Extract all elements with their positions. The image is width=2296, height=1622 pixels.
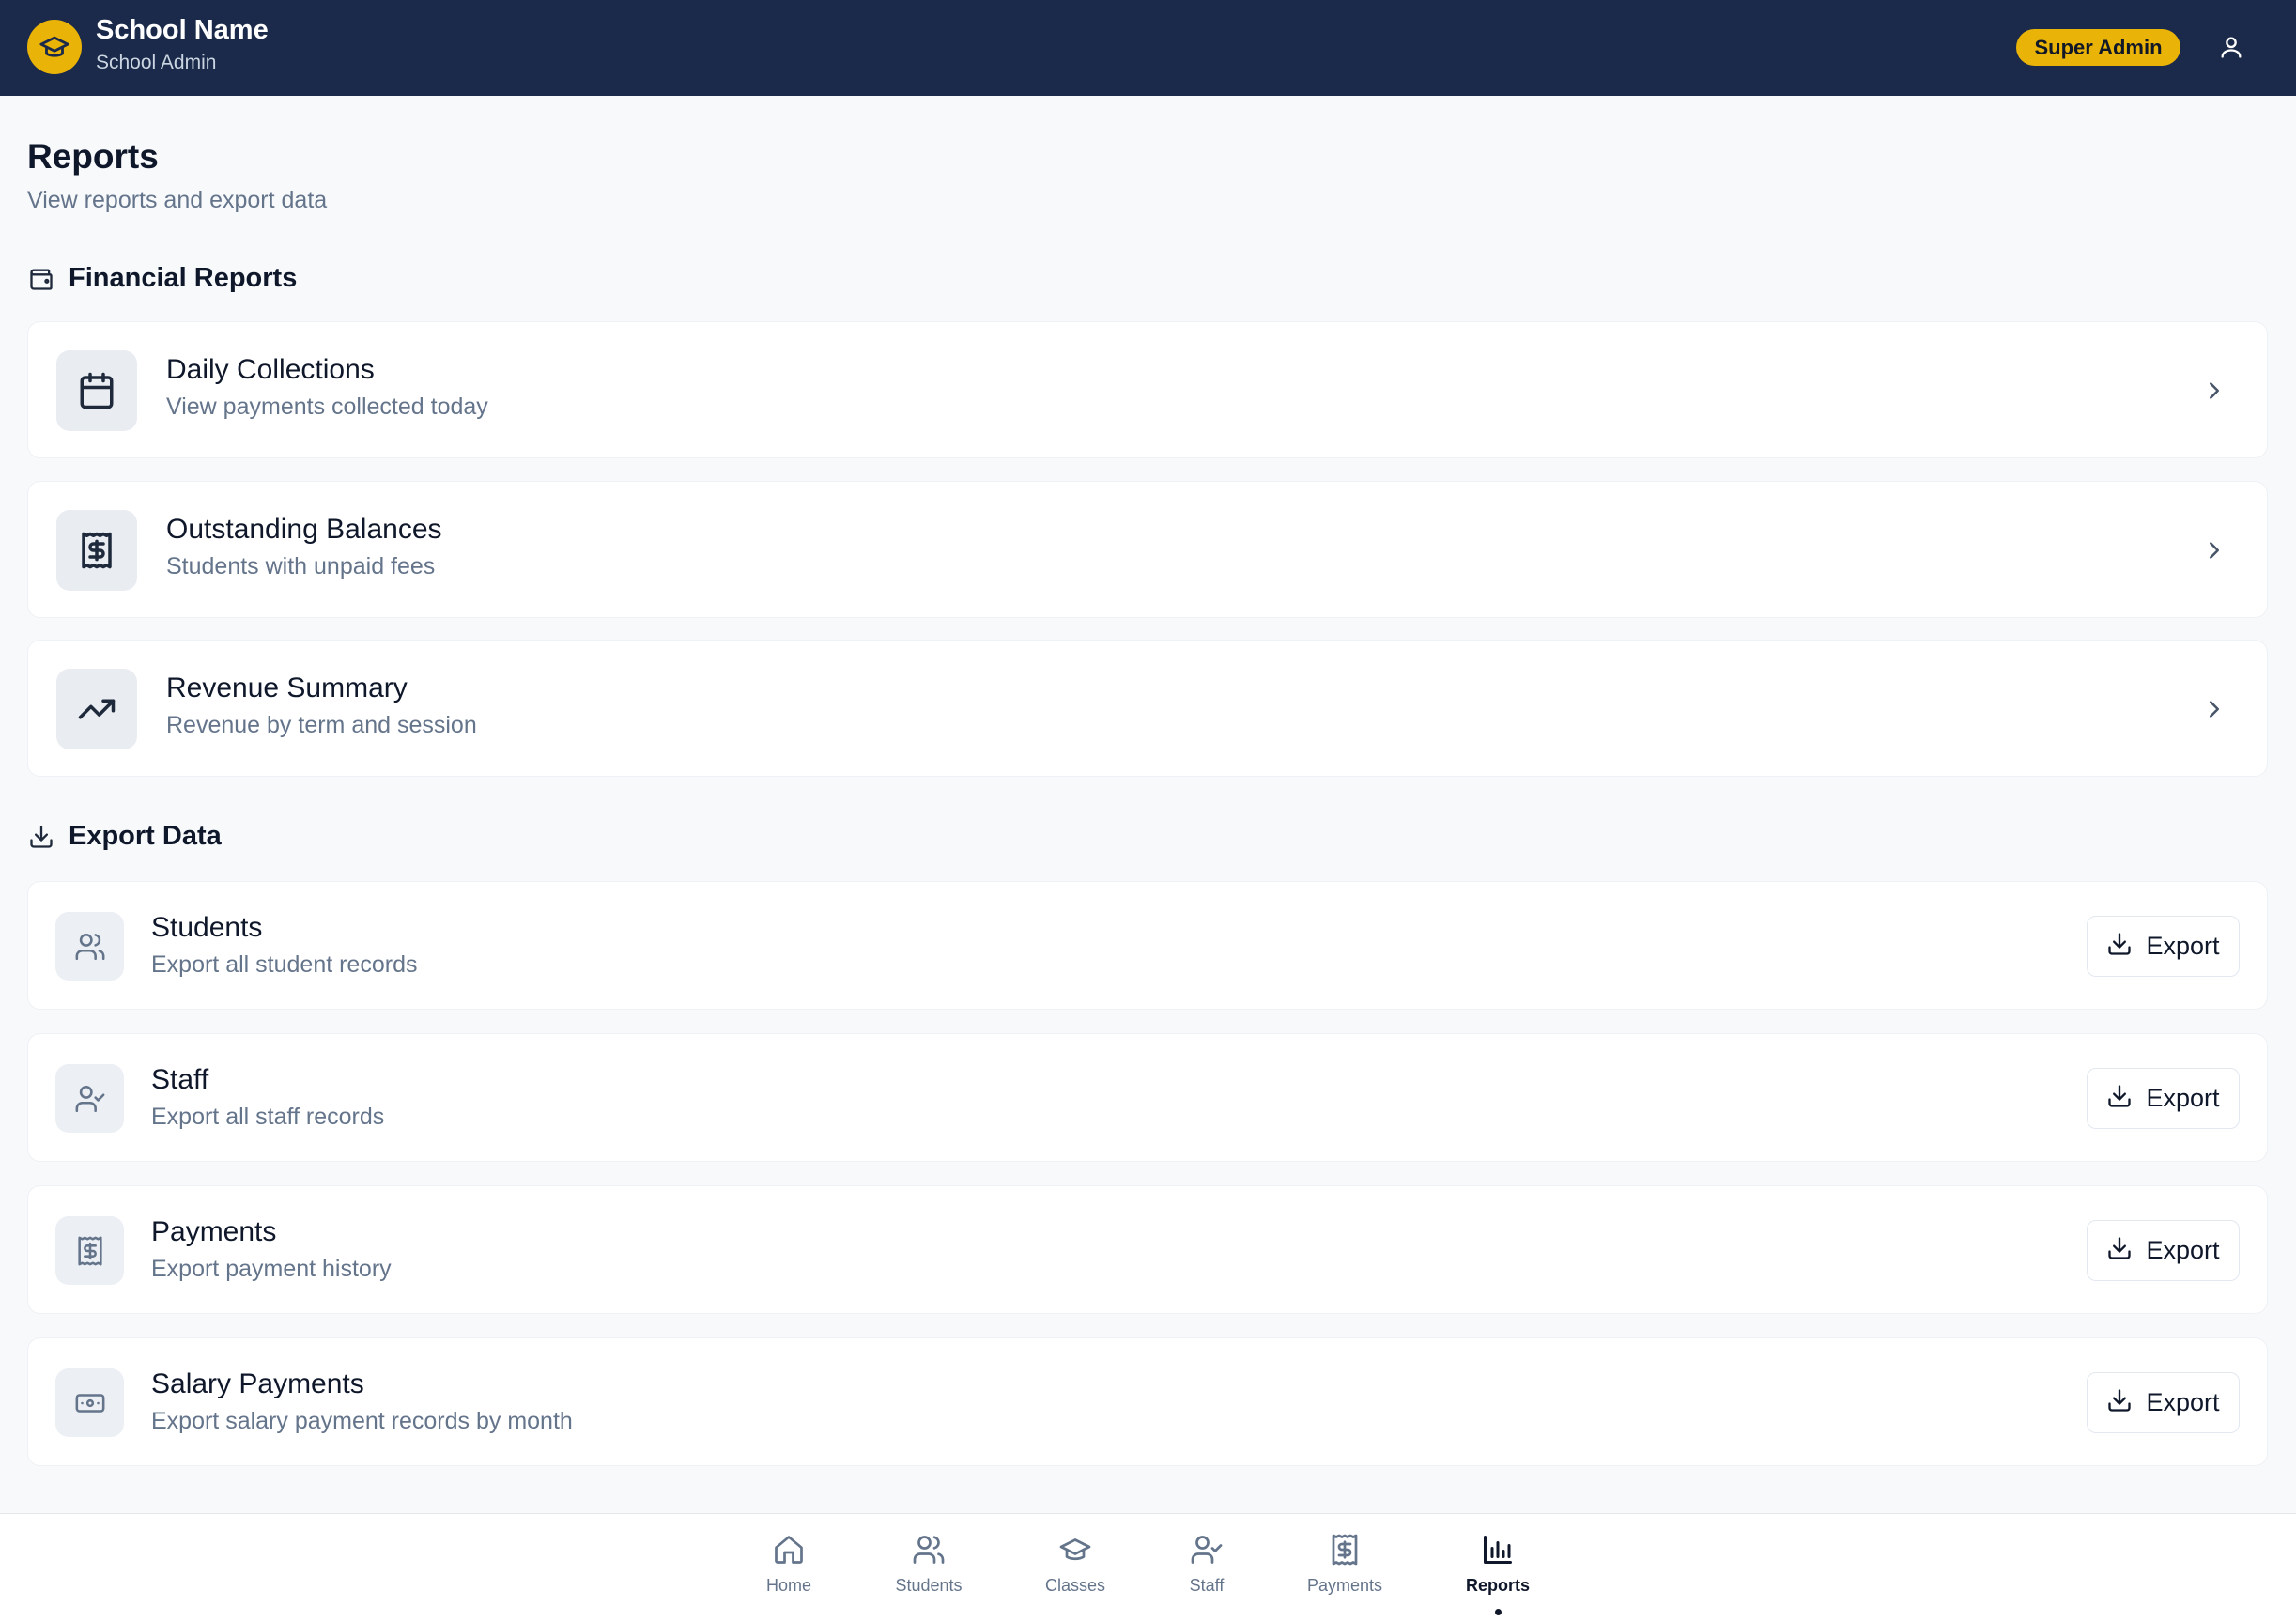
bottom-nav: Home Students Classes Staff Payments Rep… (0, 1513, 2296, 1622)
export-staff: Staff Export all staff records Export (27, 1033, 2268, 1162)
nav-label: Students (895, 1576, 963, 1595)
report-description: View payments collected today (166, 394, 488, 420)
nav-label: Payments (1306, 1576, 1383, 1595)
nav-label: Home (765, 1576, 811, 1595)
user-icon[interactable] (2214, 30, 2248, 64)
financial-reports-heading: Financial Reports (27, 263, 297, 294)
export-description: Export all staff records (151, 1104, 385, 1130)
bar-chart-icon (1479, 1531, 1517, 1568)
nav-label: Staff (1189, 1576, 1225, 1595)
nav-label: Reports (1465, 1576, 1530, 1595)
school-name: School Name (96, 15, 269, 45)
export-title: Payments (151, 1216, 277, 1247)
nav-students[interactable]: Students (872, 1531, 985, 1606)
export-description: Export salary payment records by month (151, 1408, 573, 1434)
download-icon (27, 823, 55, 851)
export-description: Export payment history (151, 1256, 392, 1282)
report-daily-collections[interactable]: Daily Collections View payments collecte… (27, 321, 2268, 458)
download-icon (2106, 1083, 2133, 1114)
nav-home[interactable]: Home (732, 1531, 845, 1606)
report-revenue-summary[interactable]: Revenue Summary Revenue by term and sess… (27, 640, 2268, 777)
page-title: Reports (27, 137, 159, 176)
graduation-cap-icon (1056, 1531, 1094, 1568)
export-staff-button[interactable]: Export (2087, 1068, 2240, 1129)
home-icon (770, 1531, 808, 1568)
users-icon (910, 1531, 948, 1568)
section-label: Financial Reports (69, 263, 298, 293)
export-students-button[interactable]: Export (2087, 916, 2240, 977)
report-description: Revenue by term and session (166, 712, 477, 738)
nav-classes[interactable]: Classes (1019, 1531, 1132, 1606)
nav-payments[interactable]: Payments (1288, 1531, 1401, 1606)
export-students: Students Export all student records Expo… (27, 881, 2268, 1010)
school-role: School Admin (96, 52, 217, 73)
export-salary-payments-button[interactable]: Export (2087, 1372, 2240, 1433)
role-badge: Super Admin (2016, 29, 2180, 66)
receipt-icon (1326, 1531, 1364, 1568)
export-data-heading: Export Data (27, 821, 222, 852)
report-title: Outstanding Balances (166, 514, 442, 545)
active-indicator (1495, 1609, 1502, 1615)
report-title: Revenue Summary (166, 672, 408, 703)
user-check-icon (55, 1064, 124, 1133)
export-title: Staff (151, 1064, 209, 1095)
receipt-icon (55, 1216, 124, 1285)
user-check-icon (1188, 1531, 1225, 1568)
nav-label: Classes (1044, 1576, 1106, 1595)
export-salary-payments: Salary Payments Export salary payment re… (27, 1337, 2268, 1466)
nav-reports[interactable]: Reports (1441, 1531, 1554, 1606)
export-payments-button[interactable]: Export (2087, 1220, 2240, 1281)
download-icon (2106, 1235, 2133, 1266)
banknote-icon (55, 1368, 124, 1437)
download-icon (2106, 1387, 2133, 1418)
export-button-label: Export (2146, 932, 2220, 960)
export-title: Salary Payments (151, 1368, 364, 1399)
report-outstanding-balances[interactable]: Outstanding Balances Students with unpai… (27, 481, 2268, 618)
nav-staff[interactable]: Staff (1150, 1531, 1263, 1606)
wallet-icon (27, 265, 55, 293)
chevron-right-icon (2197, 374, 2231, 408)
graduation-cap-icon (27, 20, 82, 74)
export-button-label: Export (2146, 1084, 2220, 1112)
users-icon (55, 912, 124, 981)
receipt-icon (56, 510, 137, 591)
report-title: Daily Collections (166, 354, 375, 385)
trending-up-icon (56, 669, 137, 749)
calendar-icon (56, 350, 137, 431)
export-title: Students (151, 912, 263, 943)
export-button-label: Export (2146, 1388, 2220, 1416)
export-button-label: Export (2146, 1236, 2220, 1264)
export-description: Export all student records (151, 951, 418, 978)
chevron-right-icon (2197, 533, 2231, 567)
chevron-right-icon (2197, 692, 2231, 726)
page-subtitle: View reports and export data (27, 187, 328, 213)
section-label: Export Data (69, 821, 222, 851)
download-icon (2106, 931, 2133, 962)
report-description: Students with unpaid fees (166, 553, 436, 579)
app-header: School Name School Admin Super Admin (0, 0, 2296, 96)
export-payments: Payments Export payment history Export (27, 1185, 2268, 1314)
